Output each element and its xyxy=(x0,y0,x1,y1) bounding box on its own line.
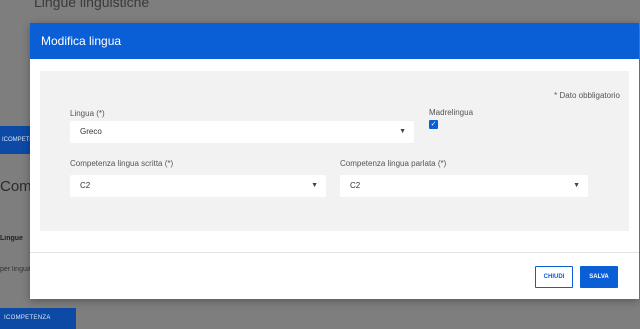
background-heading: Competenze xyxy=(0,178,30,195)
background-add-competence-button: ICOMPETENZA xyxy=(0,126,30,154)
language-select-value: Greco xyxy=(80,127,102,136)
background-add-competence-button-bottom: ICOMPETENZA xyxy=(0,308,76,329)
spoken-competence-value: C2 xyxy=(350,181,361,190)
required-note: * Dato obbligatorio xyxy=(554,91,620,100)
modal-title: Modifica lingua xyxy=(41,34,122,48)
written-competence-value: C2 xyxy=(80,181,91,190)
modal-body: * Dato obbligatorio Lingua (*) Greco ▼ M… xyxy=(40,71,629,231)
background-title: Lingue linguistiche xyxy=(34,0,150,10)
background-label: Lingue xyxy=(0,235,23,242)
written-competence-select[interactable]: C2 ▼ xyxy=(70,175,326,197)
footer-divider xyxy=(30,252,639,253)
chevron-down-icon: ▼ xyxy=(399,128,406,135)
spoken-competence-label: Competenza lingua parlata (*) xyxy=(340,159,447,168)
chevron-down-icon: ▼ xyxy=(311,182,318,189)
native-language-label: Madrelingua xyxy=(429,108,474,117)
check-icon: ✓ xyxy=(430,121,437,128)
native-language-checkbox[interactable]: ✓ xyxy=(429,120,438,129)
save-button[interactable]: SALVA xyxy=(580,266,618,288)
edit-language-modal: Modifica lingua * Dato obbligatorio Ling… xyxy=(30,23,639,299)
modal-header: Modifica lingua xyxy=(30,23,639,59)
spoken-competence-select[interactable]: C2 ▼ xyxy=(340,175,588,197)
language-label: Lingua (*) xyxy=(70,109,105,118)
background-text: per lingua xyxy=(0,266,30,273)
close-button[interactable]: CHIUDI xyxy=(535,266,573,288)
language-select[interactable]: Greco ▼ xyxy=(70,121,414,143)
written-competence-label: Competenza lingua scritta (*) xyxy=(70,159,174,168)
chevron-down-icon: ▼ xyxy=(573,182,580,189)
